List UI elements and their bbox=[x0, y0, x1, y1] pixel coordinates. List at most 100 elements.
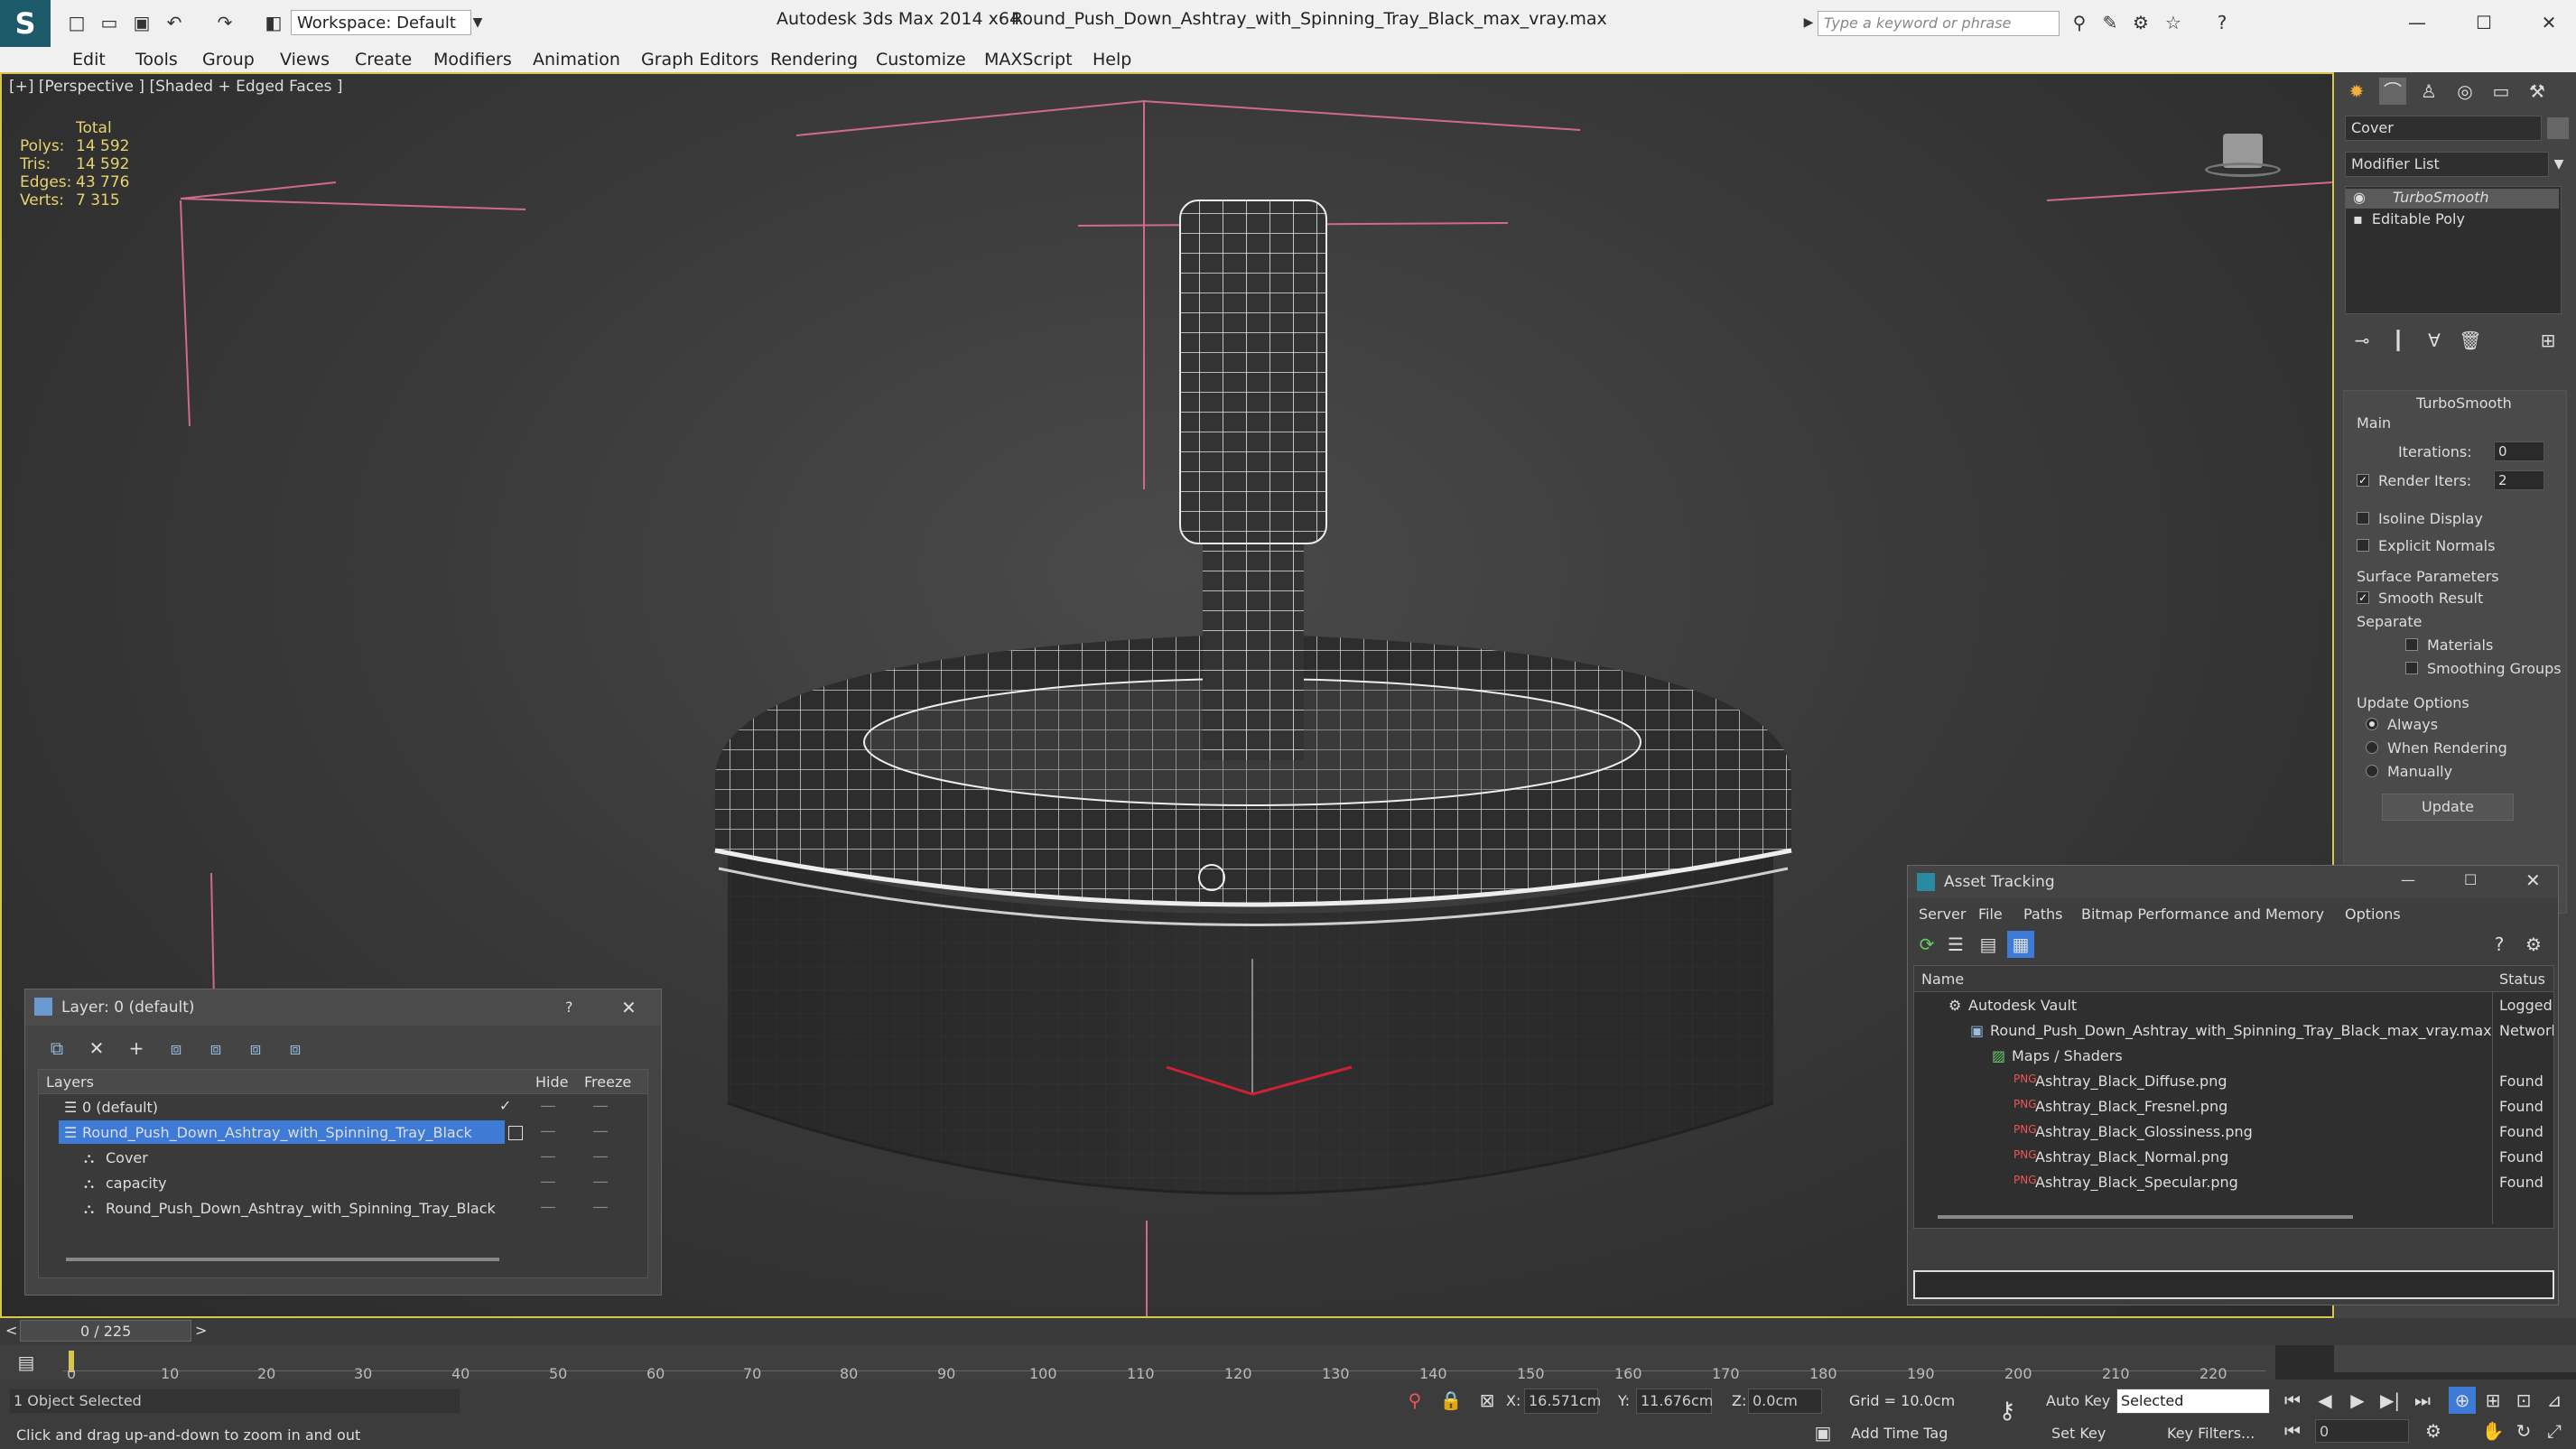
hide-toggle[interactable]: ― bbox=[541, 1122, 555, 1139]
help-icon[interactable]: ? bbox=[2210, 11, 2234, 34]
update-button[interactable]: Update bbox=[2382, 794, 2514, 821]
field-of-view-icon[interactable]: ⊿ bbox=[2541, 1387, 2568, 1414]
layer-row[interactable]: ☰ 0 (default) ✓ ― ― bbox=[39, 1095, 647, 1119]
render-iters-checkbox[interactable]: ✓ bbox=[2357, 474, 2369, 487]
absolute-mode-icon[interactable]: ⊠ bbox=[1474, 1387, 1501, 1414]
help-icon[interactable]: ? bbox=[2486, 931, 2513, 958]
asset-row[interactable]: PNG Ashtray_Black_Normal.png Found bbox=[1914, 1148, 2553, 1172]
menu-edit[interactable]: Edit bbox=[72, 50, 106, 70]
z-coordinate-field[interactable]: 0.0cm bbox=[1748, 1389, 1822, 1414]
col-hide[interactable]: Hide bbox=[535, 1073, 568, 1091]
list-view-icon[interactable]: ☰ bbox=[1942, 931, 1969, 958]
pin-stack-icon[interactable]: ⊸ bbox=[2348, 327, 2376, 354]
motion-tab-icon[interactable]: ◎ bbox=[2451, 78, 2478, 105]
create-layer-icon[interactable]: ⧉ bbox=[43, 1035, 70, 1062]
key-mode-icon[interactable]: ⏮ bbox=[2279, 1417, 2306, 1444]
maximize-icon[interactable]: ☐ bbox=[2472, 11, 2496, 34]
remove-modifier-icon[interactable]: 🗑 bbox=[2457, 327, 2484, 354]
time-slider-next[interactable]: > bbox=[195, 1322, 207, 1339]
layer-object-row[interactable]: ⛬ capacity ― ― bbox=[39, 1171, 647, 1194]
tools-icon[interactable]: ✎ bbox=[2098, 11, 2122, 34]
at-menu-server[interactable]: Server bbox=[1919, 906, 1966, 923]
asset-tracking-titlebar[interactable]: Asset Tracking — ☐ ✕ bbox=[1908, 866, 2558, 898]
menu-group[interactable]: Group bbox=[202, 50, 255, 70]
at-menu-paths[interactable]: Paths bbox=[2023, 906, 2062, 923]
smooth-result-checkbox[interactable]: ✓ bbox=[2357, 591, 2369, 604]
configure-sets-icon[interactable]: ⊞ bbox=[2534, 327, 2562, 354]
close-icon[interactable]: ✕ bbox=[621, 997, 637, 1018]
orbit-icon[interactable]: ↻ bbox=[2510, 1417, 2537, 1444]
asset-row[interactable]: PNG Ashtray_Black_Specular.png Found bbox=[1914, 1174, 2553, 1197]
layer-dialog-help[interactable]: ? bbox=[565, 999, 573, 1016]
play-icon[interactable]: ▶ bbox=[2344, 1387, 2371, 1414]
key-filters-button[interactable]: Key Filters... bbox=[2167, 1425, 2255, 1442]
menu-customize[interactable]: Customize bbox=[876, 50, 966, 70]
menu-rendering[interactable]: Rendering bbox=[770, 50, 858, 70]
isolate-icon[interactable]: ⚲ bbox=[1401, 1387, 1428, 1414]
add-time-tag-icon[interactable]: ▣ bbox=[1809, 1419, 1837, 1446]
menu-maxscript[interactable]: MAXScript bbox=[984, 50, 1073, 70]
chevron-down-icon[interactable]: ▼ bbox=[466, 11, 489, 34]
tree-view-icon[interactable]: ▤ bbox=[1975, 931, 2002, 958]
menu-views[interactable]: Views bbox=[280, 50, 330, 70]
hide-toggle[interactable]: ― bbox=[541, 1147, 555, 1165]
layer-object-row[interactable]: ⛬ Round_Push_Down_Ashtray_with_Spinning_… bbox=[39, 1196, 647, 1220]
y-coordinate-field[interactable]: 11.676cm bbox=[1636, 1389, 1713, 1414]
zoom-icon[interactable]: ⊕ bbox=[2449, 1387, 2476, 1414]
modify-tab-icon[interactable]: ⌒ bbox=[2379, 78, 2406, 105]
show-end-result-icon[interactable]: ┃ bbox=[2385, 327, 2412, 354]
prev-frame-icon[interactable]: ◀ bbox=[2311, 1387, 2339, 1414]
expand-icon[interactable]: ▪ bbox=[2353, 210, 2363, 228]
highlight-layer-icon[interactable]: ⧈ bbox=[202, 1035, 229, 1062]
utilities-tab-icon[interactable]: ⚒ bbox=[2524, 78, 2551, 105]
display-tab-icon[interactable]: ▭ bbox=[2488, 78, 2515, 105]
layer-object-row[interactable]: ⛬ Cover ― ― bbox=[39, 1146, 647, 1169]
layer-hscrollbar[interactable] bbox=[66, 1258, 499, 1261]
save-icon[interactable]: ▣ bbox=[130, 11, 153, 34]
hide-toggle[interactable]: ― bbox=[541, 1173, 555, 1190]
close-icon[interactable]: ✕ bbox=[2537, 11, 2561, 34]
asset-row[interactable]: ▣ Round_Push_Down_Ashtray_with_Spinning_T… bbox=[1914, 1022, 2553, 1045]
render-iters-spinner[interactable]: 2 bbox=[2494, 470, 2544, 490]
freeze-all-layers-icon[interactable]: ⧈ bbox=[282, 1035, 309, 1062]
connect-icon[interactable]: ⚙ bbox=[2129, 11, 2153, 34]
freeze-toggle[interactable]: ― bbox=[593, 1173, 608, 1190]
layer-dialog-titlebar[interactable]: Layer: 0 (default) ? ✕ bbox=[25, 989, 661, 1026]
smoothing-groups-checkbox[interactable] bbox=[2405, 662, 2418, 674]
auto-key-button[interactable]: Auto Key bbox=[2046, 1392, 2110, 1409]
menu-tools[interactable]: Tools bbox=[135, 50, 178, 70]
workspace-dropdown[interactable]: Workspace: Default bbox=[291, 10, 471, 35]
create-tab-icon[interactable]: ✹ bbox=[2343, 78, 2370, 105]
settings-icon[interactable]: ⚙ bbox=[2520, 931, 2547, 958]
materials-checkbox[interactable] bbox=[2405, 638, 2418, 651]
asset-row[interactable]: ⚙ Autodesk Vault Logged bbox=[1914, 997, 2553, 1020]
lightbulb-icon[interactable]: ◉ bbox=[2353, 189, 2366, 206]
view-cube[interactable] bbox=[2205, 126, 2281, 181]
go-to-start-icon[interactable]: ⏮ bbox=[2279, 1387, 2306, 1414]
lock-selection-icon[interactable]: 🔒 bbox=[1437, 1387, 1465, 1414]
at-menu-file[interactable]: File bbox=[1978, 906, 2003, 923]
hierarchy-tab-icon[interactable]: ♙ bbox=[2415, 78, 2442, 105]
col-freeze[interactable]: Freeze bbox=[584, 1073, 631, 1091]
active-layer-check-icon[interactable]: ✓ bbox=[499, 1097, 511, 1114]
freeze-toggle[interactable]: ― bbox=[593, 1198, 608, 1215]
minimize-icon[interactable]: — bbox=[2405, 11, 2429, 34]
chevron-down-icon[interactable]: ▼ bbox=[2545, 151, 2572, 178]
always-radio[interactable] bbox=[2366, 718, 2378, 730]
asset-path-field[interactable] bbox=[1913, 1270, 2554, 1299]
undo-icon[interactable]: ↶ bbox=[163, 11, 186, 34]
x-coordinate-field[interactable]: 16.571cm bbox=[1524, 1389, 1601, 1414]
asset-row[interactable]: PNG Ashtray_Black_Glossiness.png Found bbox=[1914, 1123, 2553, 1147]
active-layer-box[interactable] bbox=[508, 1126, 523, 1140]
menu-create[interactable]: Create bbox=[355, 50, 412, 70]
explicit-normals-checkbox[interactable] bbox=[2357, 539, 2369, 552]
close-icon[interactable]: ✕ bbox=[2525, 869, 2541, 891]
hide-toggle[interactable]: ― bbox=[541, 1097, 555, 1114]
current-frame-field[interactable]: 0 bbox=[2315, 1419, 2409, 1443]
add-time-tag[interactable]: Add Time Tag bbox=[1851, 1425, 1948, 1442]
app-logo[interactable]: S bbox=[0, 0, 51, 47]
set-key-icon[interactable]: ⚷ bbox=[1994, 1398, 2021, 1425]
maximize-viewport-icon[interactable]: ⤢ bbox=[2541, 1417, 2568, 1444]
layer-row-selected[interactable]: ☰ Round_Push_Down_Ashtray_with_Spinning_… bbox=[39, 1120, 647, 1144]
maximize-icon[interactable]: ☐ bbox=[2464, 871, 2477, 888]
